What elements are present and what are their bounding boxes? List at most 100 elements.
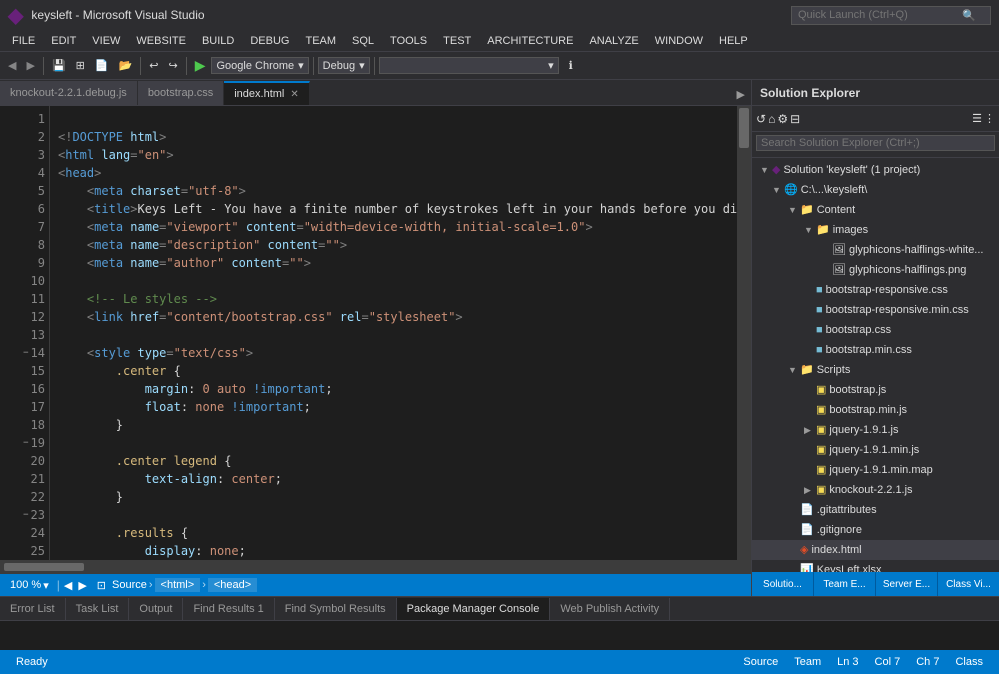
- browser-label: Google Chrome: [216, 60, 294, 72]
- code-editor[interactable]: 12345678910111213−1415161718−19202122−23…: [0, 106, 751, 560]
- toolbar-info[interactable]: ℹ: [565, 57, 577, 74]
- se-tab-server[interactable]: Server E...: [876, 572, 938, 596]
- menu-edit[interactable]: EDIT: [43, 33, 84, 49]
- tree-knockout[interactable]: ▶ ▣ knockout-2.2.1.js: [752, 480, 999, 500]
- tree-glyph-white[interactable]: 🖼 glyphicons-halflings-white...: [752, 240, 999, 260]
- menu-test[interactable]: TEST: [435, 33, 479, 49]
- menu-view[interactable]: VIEW: [84, 33, 128, 49]
- platform-dropdown[interactable]: ▾: [379, 57, 559, 74]
- se-settings-btn[interactable]: ⚙: [777, 112, 788, 126]
- code-content[interactable]: <!DOCTYPE html> <html lang="en"> <head> …: [50, 106, 737, 560]
- toolbar-forward[interactable]: ▶: [22, 57, 38, 74]
- toolbar-open[interactable]: 📂: [115, 57, 137, 74]
- se-tab-team[interactable]: Team E...: [814, 572, 876, 596]
- tree-bootstrap-responsive-css[interactable]: ■ bootstrap-responsive.css: [752, 280, 999, 300]
- img-icon-glyph-png: 🖼: [832, 261, 846, 279]
- tab-find-results[interactable]: Find Results 1: [183, 598, 274, 620]
- tree-images[interactable]: ▼ 📁 images: [752, 220, 999, 240]
- h-scroll-bar[interactable]: [0, 560, 751, 574]
- toolbar-redo[interactable]: ↪: [164, 57, 181, 74]
- se-tab-solution[interactable]: Solutio...: [752, 572, 814, 596]
- search-icon: 🔍: [962, 9, 976, 22]
- tree-bootstrap-js[interactable]: ▣ bootstrap.js: [752, 380, 999, 400]
- se-home-btn[interactable]: ⌂: [768, 112, 775, 126]
- bottom-content[interactable]: [0, 621, 999, 650]
- menu-debug[interactable]: DEBUG: [242, 33, 297, 49]
- breadcrumb-head[interactable]: <head>: [208, 578, 257, 592]
- menu-sql[interactable]: SQL: [344, 33, 382, 49]
- toolbar-new[interactable]: 📄: [91, 57, 113, 74]
- tree-index-html[interactable]: ◈ index.html: [752, 540, 999, 560]
- chevron-down-icon3: ▾: [548, 59, 554, 72]
- file-icon-gitattr: 📄: [800, 501, 814, 519]
- breadcrumb-sep: |: [57, 578, 60, 592]
- tab-find-symbol[interactable]: Find Symbol Results: [275, 598, 397, 620]
- fold-marker-14[interactable]: −: [23, 344, 28, 362]
- tree-keysLeft-xlsx[interactable]: 📊 KeysLeft.xlsx: [752, 560, 999, 572]
- toolbar-undo[interactable]: ↩: [145, 57, 162, 74]
- solution-explorer: Solution Explorer ↺ ⌂ ⚙ ⊟ ☰ ⋮ ▼ ◆ Soluti…: [751, 80, 999, 596]
- tree-gitattributes[interactable]: 📄 .gitattributes: [752, 500, 999, 520]
- tree-solution[interactable]: ▼ ◆ Solution 'keysleft' (1 project): [752, 160, 999, 180]
- menu-architecture[interactable]: ARCHITECTURE: [479, 33, 581, 49]
- se-search-input[interactable]: [756, 135, 995, 151]
- tab-error-list[interactable]: Error List: [0, 598, 66, 620]
- tab-scroll-right[interactable]: ▶: [731, 84, 751, 105]
- tab-bootstrap-css[interactable]: bootstrap.css: [138, 81, 224, 105]
- tree-bootstrap-min-js[interactable]: ▣ bootstrap.min.js: [752, 400, 999, 420]
- tab-task-list[interactable]: Task List: [66, 598, 130, 620]
- menu-website[interactable]: WEBSITE: [128, 33, 194, 49]
- se-search-box[interactable]: [752, 132, 999, 158]
- toolbar-save-all[interactable]: ⊞: [72, 57, 89, 74]
- tree-jquery-min[interactable]: ▣ jquery-1.9.1.min.js: [752, 440, 999, 460]
- tab-package-manager[interactable]: Package Manager Console: [397, 598, 551, 620]
- menu-team[interactable]: TEAM: [297, 33, 344, 49]
- menu-analyze[interactable]: ANALYZE: [581, 33, 646, 49]
- se-refresh-btn[interactable]: ↺: [756, 112, 766, 126]
- quick-launch-input[interactable]: [798, 9, 958, 21]
- tab-output[interactable]: Output: [129, 598, 183, 620]
- status-bar: Ready Source Team Ln 3 Col 7 Ch 7 Class: [0, 650, 999, 674]
- se-props-btn[interactable]: ☰: [972, 112, 982, 125]
- se-collapse-btn[interactable]: ⊟: [790, 112, 800, 126]
- tree-bootstrap-min-css[interactable]: ■ bootstrap.min.css: [752, 340, 999, 360]
- nav-forward[interactable]: ▶: [76, 579, 88, 592]
- tab-close-icon[interactable]: ✕: [290, 89, 298, 100]
- quick-launch[interactable]: 🔍: [791, 6, 991, 25]
- zoom-dropdown[interactable]: 100 % ▾: [4, 579, 55, 592]
- vertical-scrollbar[interactable]: [737, 106, 751, 560]
- menu-help[interactable]: HELP: [711, 33, 756, 49]
- menu-file[interactable]: FILE: [4, 33, 43, 49]
- fold-marker-19[interactable]: −: [23, 434, 28, 452]
- config-dropdown[interactable]: Debug ▾: [318, 57, 370, 74]
- toolbar-back[interactable]: ◀: [4, 57, 20, 74]
- editor-status-bar: 100 % ▾ | ◀ ▶ ⊡ Source › <html> › <head>: [0, 574, 751, 596]
- bottom-tabs: Error List Task List Output Find Results…: [0, 597, 999, 621]
- tab-index-html[interactable]: index.html ✕: [224, 81, 310, 105]
- fold-marker-23[interactable]: −: [23, 506, 28, 524]
- js-icon-jquery: ▣: [816, 421, 826, 439]
- se-more-btn[interactable]: ⋮: [984, 112, 995, 125]
- menu-tools[interactable]: TOOLS: [382, 33, 435, 49]
- tree-glyph-png[interactable]: 🖼 glyphicons-halflings.png: [752, 260, 999, 280]
- tree-project[interactable]: ▼ 🌐 C:\...\keysleft\: [752, 180, 999, 200]
- browser-dropdown[interactable]: Google Chrome ▾: [211, 57, 308, 74]
- nav-backward[interactable]: ◀: [62, 579, 74, 592]
- tree-jquery[interactable]: ▶ ▣ jquery-1.9.1.js: [752, 420, 999, 440]
- tree-jquery-map[interactable]: ▣ jquery-1.9.1.min.map: [752, 460, 999, 480]
- menu-window[interactable]: WINDOW: [647, 33, 711, 49]
- menu-build[interactable]: BUILD: [194, 33, 242, 49]
- tab-knockout[interactable]: knockout-2.2.1.debug.js: [0, 81, 138, 105]
- tree-bootstrap-responsive-min-css[interactable]: ■ bootstrap-responsive.min.css: [752, 300, 999, 320]
- se-tab-class[interactable]: Class Vi...: [938, 572, 999, 596]
- tab-web-publish[interactable]: Web Publish Activity: [550, 598, 670, 620]
- breadcrumb-source-label: Source: [112, 579, 147, 591]
- run-button[interactable]: ▶: [191, 55, 210, 76]
- toolbar-save[interactable]: 💾: [48, 57, 70, 74]
- source-icon: ⊡: [93, 579, 110, 592]
- tree-gitignore[interactable]: 📄 .gitignore: [752, 520, 999, 540]
- tree-scripts[interactable]: ▼ 📁 Scripts: [752, 360, 999, 380]
- tree-content[interactable]: ▼ 📁 Content: [752, 200, 999, 220]
- breadcrumb-html[interactable]: <html>: [155, 578, 201, 592]
- tree-bootstrap-css[interactable]: ■ bootstrap.css: [752, 320, 999, 340]
